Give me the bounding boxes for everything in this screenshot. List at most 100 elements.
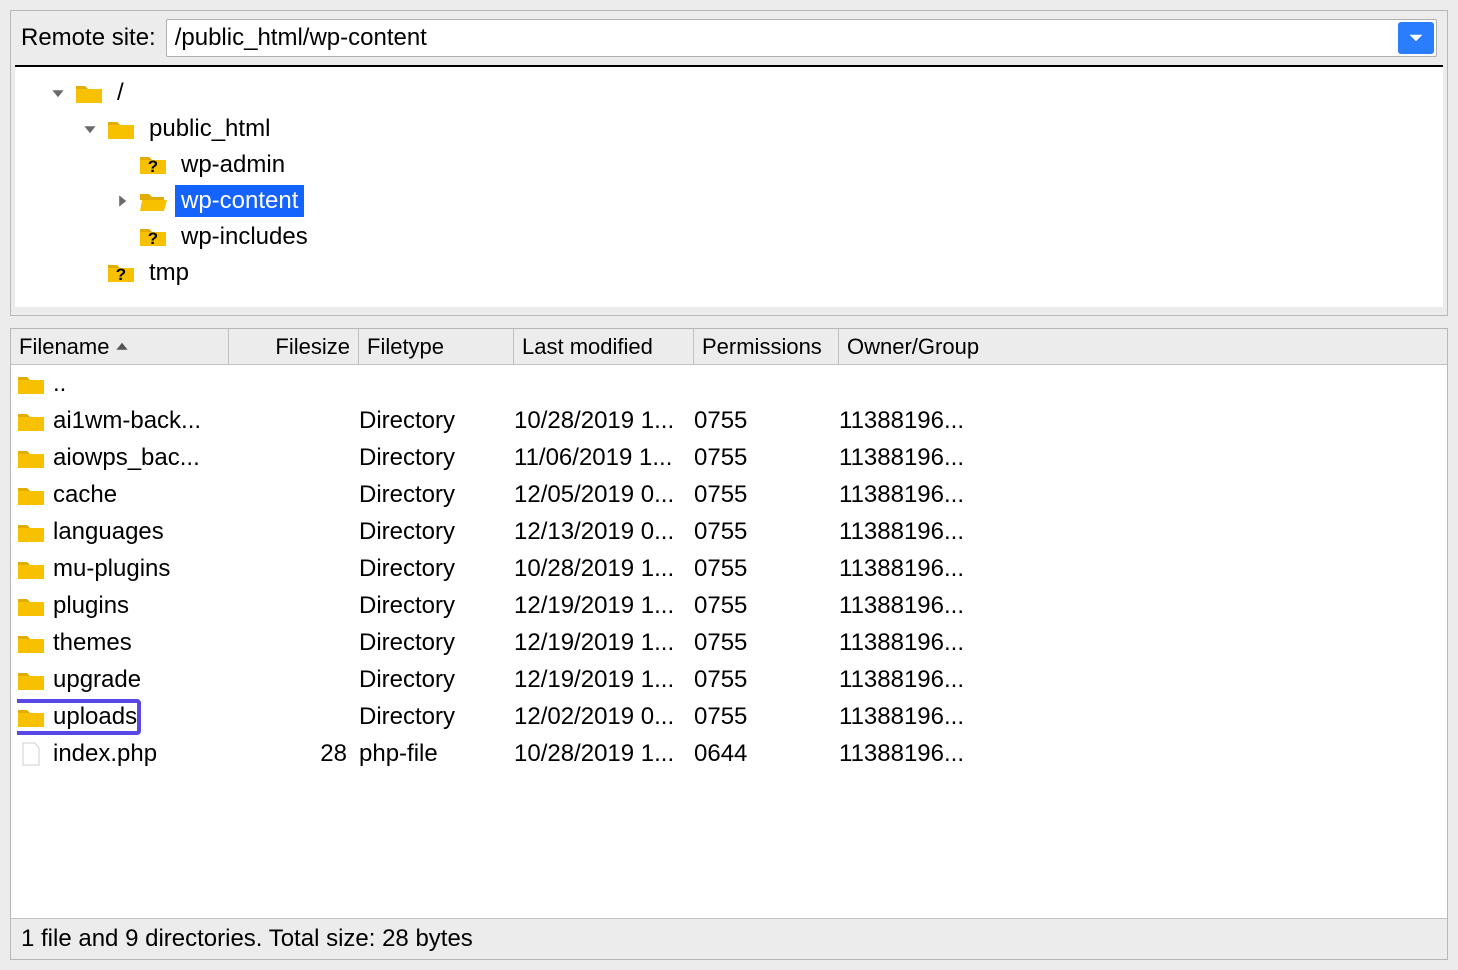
cell-lastmodified: 10/28/2019 1... xyxy=(514,555,694,583)
cell-filetype: Directory xyxy=(359,703,514,731)
tree-node[interactable]: ? wp-admin xyxy=(15,147,1443,183)
filename-text: upgrade xyxy=(53,666,141,694)
folder-icon xyxy=(17,520,45,544)
folder-icon xyxy=(17,409,45,433)
column-label: Filetype xyxy=(367,334,444,360)
folder-icon xyxy=(17,446,45,470)
path-dropdown-button[interactable] xyxy=(1398,22,1434,54)
cell-filename: themes xyxy=(17,629,229,657)
tree-node-label: wp-admin xyxy=(175,149,291,181)
cell-filetype: Directory xyxy=(359,629,514,657)
folder-open-icon xyxy=(139,189,167,213)
column-label: Filesize xyxy=(275,334,350,360)
tree-node-label: wp-content xyxy=(175,185,304,217)
tree-node[interactable]: wp-content xyxy=(15,183,1443,219)
path-row: Remote site: xyxy=(15,15,1443,65)
table-row[interactable]: themes Directory12/19/2019 1...0755113881… xyxy=(11,624,1447,661)
svg-text:?: ? xyxy=(148,157,158,176)
table-row[interactable]: aiowps_bac...Directory11/06/2019 1...075… xyxy=(11,439,1447,476)
tree-node[interactable]: public_html xyxy=(15,111,1443,147)
column-header-lastmodified[interactable]: Last modified xyxy=(514,329,694,364)
cell-permissions: 0755 xyxy=(694,444,839,472)
folder-question-icon: ? xyxy=(139,153,167,177)
cell-owner: 11388196... xyxy=(839,481,989,509)
status-bar: 1 file and 9 directories. Total size: 28… xyxy=(11,918,1447,959)
table-row[interactable]: mu-pluginsDirectory10/28/2019 1...075511… xyxy=(11,550,1447,587)
cell-lastmodified: 12/13/2019 0... xyxy=(514,518,694,546)
file-list-body[interactable]: ..ai1wm-back...Directory10/28/2019 1...0… xyxy=(11,365,1447,918)
column-header-permissions[interactable]: Permissions xyxy=(694,329,839,364)
svg-text:?: ? xyxy=(148,229,158,248)
file-list-header: Filename Filesize Filetype Last modified… xyxy=(11,329,1447,365)
cell-lastmodified: 12/05/2019 0... xyxy=(514,481,694,509)
tree-node[interactable]: / xyxy=(15,75,1443,111)
cell-filetype: Directory xyxy=(359,592,514,620)
cell-lastmodified: 10/28/2019 1... xyxy=(514,407,694,435)
ftp-client-window: Remote site: /public_html? wp-admin wp-con… xyxy=(0,0,1458,970)
cell-filetype: Directory xyxy=(359,481,514,509)
folder-icon xyxy=(17,631,45,655)
cell-lastmodified: 12/19/2019 1... xyxy=(514,629,694,657)
cell-permissions: 0644 xyxy=(694,740,839,768)
table-row[interactable]: uploadsDirectory12/02/2019 0...075511388… xyxy=(11,698,1447,735)
cell-owner: 11388196... xyxy=(839,592,989,620)
table-row[interactable]: cacheDirectory12/05/2019 0...07551138819… xyxy=(11,476,1447,513)
cell-permissions: 0755 xyxy=(694,629,839,657)
cell-owner: 11388196... xyxy=(839,444,989,472)
tree-node-label: / xyxy=(111,77,130,109)
folder-icon xyxy=(17,705,45,729)
cell-filetype: php-file xyxy=(359,740,514,768)
table-row[interactable]: upgradeDirectory12/19/2019 1...075511388… xyxy=(11,661,1447,698)
disclosure-right-icon[interactable] xyxy=(113,192,131,210)
folder-icon xyxy=(17,668,45,692)
column-header-filesize[interactable]: Filesize xyxy=(229,329,359,364)
folder-icon xyxy=(17,372,45,396)
cell-owner: 11388196... xyxy=(839,629,989,657)
table-row[interactable]: ai1wm-back...Directory10/28/2019 1...075… xyxy=(11,402,1447,439)
filename-text: .. xyxy=(53,370,66,398)
path-input[interactable] xyxy=(167,20,1396,56)
filename-text: cache xyxy=(53,481,117,509)
cell-filesize: 28 xyxy=(229,740,359,768)
cell-filename: mu-plugins xyxy=(17,555,229,583)
table-row[interactable]: index.php28php-file10/28/2019 1...064411… xyxy=(11,735,1447,772)
sort-ascending-icon xyxy=(115,340,129,354)
cell-owner: 11388196... xyxy=(839,740,989,768)
tree-node-label: wp-includes xyxy=(175,221,314,253)
table-row[interactable]: languagesDirectory12/13/2019 0...0755113… xyxy=(11,513,1447,550)
folder-question-icon: ? xyxy=(139,225,167,249)
cell-permissions: 0755 xyxy=(694,703,839,731)
column-label: Last modified xyxy=(522,334,653,360)
cell-lastmodified: 12/02/2019 0... xyxy=(514,703,694,731)
filename-text: themes xyxy=(53,629,132,657)
cell-owner: 11388196... xyxy=(839,518,989,546)
cell-filename: uploads xyxy=(17,699,229,735)
folder-icon xyxy=(75,81,103,105)
file-list-pane: Filename Filesize Filetype Last modified… xyxy=(10,328,1448,960)
cell-lastmodified: 12/19/2019 1... xyxy=(514,666,694,694)
cell-filename: aiowps_bac... xyxy=(17,444,229,472)
highlight-box: uploads xyxy=(17,699,141,735)
tree-node[interactable]: ?tmp xyxy=(15,255,1443,291)
directory-tree[interactable]: /public_html? wp-admin wp-content? wp-inclu… xyxy=(15,65,1443,307)
cell-permissions: 0755 xyxy=(694,555,839,583)
path-combobox[interactable] xyxy=(166,19,1437,57)
table-row[interactable]: .. xyxy=(11,365,1447,402)
cell-owner: 11388196... xyxy=(839,407,989,435)
cell-lastmodified: 10/28/2019 1... xyxy=(514,740,694,768)
cell-filename: index.php xyxy=(17,740,229,768)
filename-text: languages xyxy=(53,518,164,546)
cell-filename: languages xyxy=(17,518,229,546)
tree-node[interactable]: ? wp-includes xyxy=(15,219,1443,255)
disclosure-down-icon[interactable] xyxy=(49,84,67,102)
column-header-filetype[interactable]: Filetype xyxy=(359,329,514,364)
table-row[interactable]: pluginsDirectory12/19/2019 1...075511388… xyxy=(11,587,1447,624)
column-header-filename[interactable]: Filename xyxy=(11,329,229,364)
column-header-owner[interactable]: Owner/Group xyxy=(839,329,989,364)
remote-tree-pane: Remote site: /public_html? wp-admin wp-con… xyxy=(10,10,1448,316)
cell-lastmodified: 12/19/2019 1... xyxy=(514,592,694,620)
filename-text: ai1wm-back... xyxy=(53,407,201,435)
svg-text:?: ? xyxy=(116,265,126,284)
disclosure-down-icon[interactable] xyxy=(81,120,99,138)
cell-lastmodified: 11/06/2019 1... xyxy=(514,444,694,472)
